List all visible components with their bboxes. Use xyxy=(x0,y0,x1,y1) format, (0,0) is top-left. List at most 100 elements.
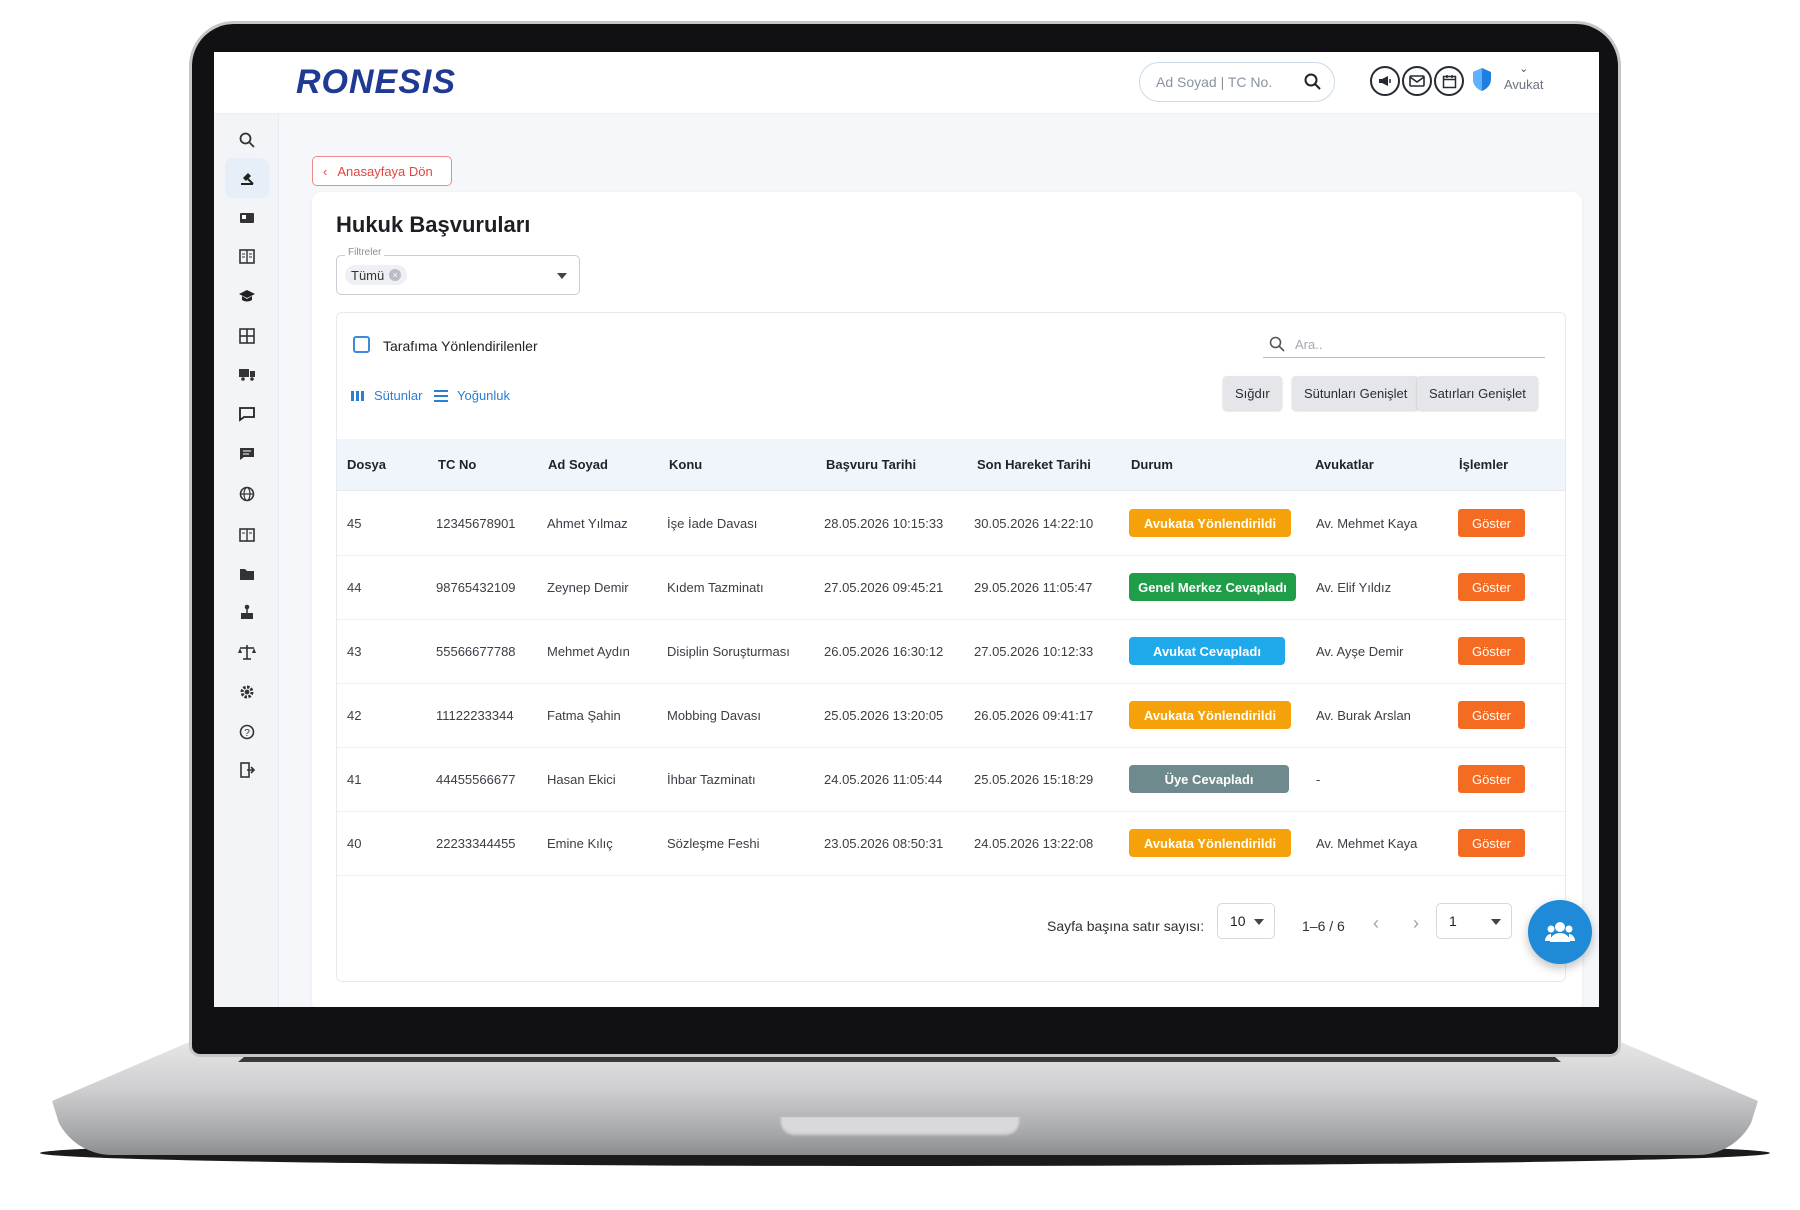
user-menu[interactable]: ⌄ Avukat xyxy=(1504,62,1544,92)
sidebar-grid-icon[interactable] xyxy=(225,316,269,356)
fit-button[interactable]: Sığdır xyxy=(1223,376,1282,410)
users-fab-button[interactable] xyxy=(1528,900,1592,964)
mail-icon[interactable] xyxy=(1402,66,1432,96)
grid-search-placeholder: Ara.. xyxy=(1295,337,1323,352)
table-header: Dosya TC No Ad Soyad Konu Başvuru Tarihi… xyxy=(337,439,1565,491)
status-badge: Üye Cevapladı xyxy=(1129,765,1289,793)
next-page-icon[interactable]: › xyxy=(1413,913,1419,934)
show-button[interactable]: Göster xyxy=(1458,573,1525,601)
sidebar-feedback-icon[interactable] xyxy=(225,434,269,474)
cell-ad-soyad: Emine Kılıç xyxy=(547,836,613,851)
cell-dosya: 41 xyxy=(347,772,362,787)
density-icon xyxy=(434,389,448,402)
cell-ad-soyad: Fatma Şahin xyxy=(547,708,621,723)
column-header-ad-soyad[interactable]: Ad Soyad xyxy=(548,457,608,472)
status-badge: Avukat Cevapladı xyxy=(1129,637,1285,665)
svg-text:?: ? xyxy=(244,728,250,739)
sidebar: ? xyxy=(214,114,279,1007)
cell-dosya: 42 xyxy=(347,708,362,723)
page-select[interactable]: 1 xyxy=(1436,903,1512,939)
sidebar-office-icon[interactable] xyxy=(225,514,269,554)
calendar-icon[interactable] xyxy=(1434,66,1464,96)
status-badge: Genel Merkez Cevapladı xyxy=(1129,573,1296,601)
cell-tc-no: 12345678901 xyxy=(436,516,516,531)
assigned-to-me-checkbox[interactable] xyxy=(353,336,370,353)
users-icon xyxy=(1545,922,1575,942)
table-row[interactable]: 41 44455566677 Hasan Ekici İhbar Tazmina… xyxy=(337,748,1565,812)
filter-chip[interactable]: Tümü × xyxy=(345,265,408,285)
cell-basvuru-tarihi: 24.05.2026 11:05:44 xyxy=(824,772,943,787)
sidebar-help-icon[interactable]: ? xyxy=(225,712,269,752)
cell-konu: Mobbing Davası xyxy=(667,708,761,723)
sidebar-message-icon[interactable] xyxy=(225,394,269,434)
columns-icon xyxy=(351,390,364,401)
cell-ad-soyad: Ahmet Yılmaz xyxy=(547,516,628,531)
density-button[interactable]: Yoğunluk xyxy=(434,388,510,403)
columns-button-label: Sütunlar xyxy=(374,388,423,403)
column-header-avukatlar[interactable]: Avukatlar xyxy=(1315,457,1374,472)
table-row[interactable]: 40 22233344455 Emine Kılıç Sözleşme Fesh… xyxy=(337,812,1565,876)
chip-remove-icon[interactable]: × xyxy=(389,269,402,281)
table-row[interactable]: 45 12345678901 Ahmet Yılmaz İşe İade Dav… xyxy=(337,492,1565,556)
density-button-label: Yoğunluk xyxy=(457,388,511,403)
cell-ad-soyad: Hasan Ekici xyxy=(547,772,616,787)
show-button[interactable]: Göster xyxy=(1458,509,1525,537)
cell-tc-no: 11122233344 xyxy=(436,708,514,723)
cell-konu: Sözleşme Feshi xyxy=(667,836,760,851)
show-button[interactable]: Göster xyxy=(1458,765,1525,793)
status-badge: Avukata Yönlendirildi xyxy=(1129,509,1291,537)
rows-per-page-select[interactable]: 10 xyxy=(1217,903,1275,939)
caret-down-icon xyxy=(1491,919,1501,925)
sidebar-gavel-icon[interactable] xyxy=(225,158,269,198)
cell-son-hareket-tarihi: 30.05.2026 14:22:10 xyxy=(974,516,1094,531)
cell-son-hareket-tarihi: 26.05.2026 09:41:17 xyxy=(974,708,1094,723)
show-button[interactable]: Göster xyxy=(1458,829,1525,857)
sidebar-graduation-cap-icon[interactable] xyxy=(225,276,269,316)
sidebar-truck-icon[interactable] xyxy=(225,354,269,394)
sidebar-folder-icon[interactable] xyxy=(225,554,269,594)
sidebar-hierarchy-icon[interactable] xyxy=(225,592,269,632)
prev-page-icon[interactable]: ‹ xyxy=(1373,913,1379,934)
columns-button[interactable]: Sütunlar xyxy=(351,388,422,403)
sidebar-globe-icon[interactable] xyxy=(225,474,269,514)
sidebar-id-card-icon[interactable] xyxy=(225,198,269,238)
data-grid: Tarafıma Yönlendirilenler Ara.. Sütunlar… xyxy=(336,312,1566,982)
brand-logo[interactable]: RONESIS xyxy=(296,63,456,102)
expand-columns-button[interactable]: Sütunları Genişlet xyxy=(1292,376,1420,410)
cell-tc-no: 44455566677 xyxy=(436,772,516,787)
sidebar-search-icon[interactable] xyxy=(225,120,269,160)
filter-select[interactable]: Filtreler Tümü × xyxy=(336,247,580,295)
column-header-durum[interactable]: Durum xyxy=(1131,457,1173,472)
rows-per-page-value: 10 xyxy=(1230,913,1246,929)
cell-ad-soyad: Zeynep Demir xyxy=(547,580,629,595)
chevron-down-icon: ⌄ xyxy=(1519,63,1529,75)
column-header-tc-no[interactable]: TC No xyxy=(438,457,476,472)
table-row[interactable]: 44 98765432109 Zeynep Demir Kıdem Tazmin… xyxy=(337,556,1565,620)
cell-basvuru-tarihi: 23.05.2026 08:50:31 xyxy=(824,836,944,851)
sidebar-building-icon[interactable] xyxy=(225,236,269,276)
show-button[interactable]: Göster xyxy=(1458,701,1525,729)
cell-son-hareket-tarihi: 25.05.2026 15:18:29 xyxy=(974,772,1094,787)
shield-icon[interactable] xyxy=(1471,67,1493,98)
column-header-basvuru-tarihi[interactable]: Başvuru Tarihi xyxy=(826,457,916,472)
grid-search-input[interactable]: Ara.. xyxy=(1263,334,1545,358)
megaphone-icon[interactable] xyxy=(1370,66,1400,96)
table-row[interactable]: 43 55566677788 Mehmet Aydın Disiplin Sor… xyxy=(337,620,1565,684)
column-header-konu[interactable]: Konu xyxy=(669,457,702,472)
header-search-input[interactable]: Ad Soyad | TC No. xyxy=(1139,62,1335,102)
cell-basvuru-tarihi: 28.05.2026 10:15:33 xyxy=(824,516,944,531)
top-header: RONESIS Ad Soyad | TC No. ⌄ Avukat xyxy=(214,52,1599,114)
column-header-dosya[interactable]: Dosya xyxy=(347,457,386,472)
sidebar-logout-icon[interactable] xyxy=(225,750,269,790)
expand-rows-button[interactable]: Satırları Genişlet xyxy=(1417,376,1538,410)
laptop-notch xyxy=(780,1117,1020,1137)
column-header-islemler[interactable]: İşlemler xyxy=(1459,457,1508,472)
cell-ad-soyad: Mehmet Aydın xyxy=(547,644,630,659)
sidebar-scales-icon[interactable] xyxy=(225,632,269,672)
back-to-home-button[interactable]: ‹ Anasayfaya Dön xyxy=(312,156,452,186)
table-row[interactable]: 42 11122233344 Fatma Şahin Mobbing Davas… xyxy=(337,684,1565,748)
show-button[interactable]: Göster xyxy=(1458,637,1525,665)
sidebar-gear-icon[interactable] xyxy=(225,672,269,712)
column-header-son-hareket-tarihi[interactable]: Son Hareket Tarihi xyxy=(977,457,1091,472)
filter-chip-label: Tümü xyxy=(351,267,385,283)
